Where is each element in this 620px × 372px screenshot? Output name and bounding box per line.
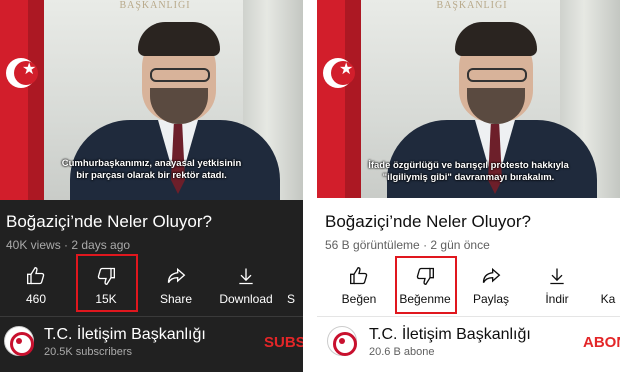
- share-icon: [482, 267, 501, 283]
- save-label: Ka: [600, 292, 616, 306]
- subscriber-count: 20.5K subscribers: [44, 346, 133, 358]
- youtube-panel-dark: BAŞKANLIĞI ★ Cumhurbaşkanımız, anayasal …: [0, 0, 303, 372]
- subtitle-line-1: Cumhurbaşkanımız, anayasal yetkisinin: [61, 158, 242, 169]
- subscriber-count: 20.6 B abone: [369, 346, 435, 358]
- channel-name[interactable]: T.C. İletişim Başkanlığı: [44, 326, 206, 344]
- video-meta[interactable]: 40K views · 2 days ago: [6, 238, 130, 252]
- video-subtitle: İfade özgürlüğü ve barışçıl protesto hak…: [317, 160, 620, 184]
- wall-crest-text: BAŞKANLIĞI: [119, 0, 191, 11]
- channel-row[interactable]: T.C. İletişim Başkanlığı 20.5K subscribe…: [0, 322, 303, 372]
- video-player[interactable]: BAŞKANLIĞI ★ Cumhurbaşkanımız, anayasal …: [0, 0, 303, 200]
- share-icon: [167, 267, 186, 283]
- comparison-screenshot: BAŞKANLIĞI ★ Cumhurbaşkanımız, anayasal …: [0, 0, 620, 372]
- channel-avatar[interactable]: [327, 326, 357, 356]
- like-button[interactable]: 460: [6, 262, 66, 316]
- share-label: Paylaş: [472, 292, 510, 306]
- action-bar: Beğen Beğenme Paylaş İndir Ka: [317, 262, 620, 316]
- download-label: Download: [219, 292, 273, 306]
- channel-avatar[interactable]: [4, 326, 34, 356]
- highlight-box-dislike: [76, 254, 138, 312]
- subtitle-line-2: bir parçası olarak bir rektör atadı.: [76, 170, 227, 181]
- highlight-box-dislike: [395, 256, 457, 314]
- channel-name[interactable]: T.C. İletişim Başkanlığı: [369, 326, 531, 344]
- download-button[interactable]: İndir: [527, 262, 587, 316]
- like-label: Beğen: [341, 292, 377, 306]
- video-title: Boğaziçi’nde Neler Oluyor?: [325, 212, 531, 231]
- video-meta[interactable]: 56 B görüntüleme · 2 gün önce: [325, 238, 490, 252]
- save-label: S: [286, 292, 295, 306]
- subscribe-button[interactable]: ABON: [583, 334, 620, 351]
- subtitle-line-1: İfade özgürlüğü ve barışçıl protesto hak…: [368, 160, 569, 171]
- share-button[interactable]: Paylaş: [461, 262, 521, 316]
- share-button[interactable]: Share: [146, 262, 206, 316]
- download-label: İndir: [545, 292, 569, 306]
- thumbs-up-icon: [27, 266, 45, 285]
- subtitle-line-2: "ilgiliymiş gibi" davranmayı bırakalım.: [382, 172, 555, 183]
- video-subtitle: Cumhurbaşkanımız, anayasal yetkisinin bi…: [0, 158, 303, 182]
- save-button[interactable]: S: [276, 262, 303, 316]
- wall-crest-text: BAŞKANLIĞI: [436, 0, 508, 11]
- like-button[interactable]: Beğen: [329, 262, 389, 316]
- share-label: Share: [159, 292, 193, 306]
- download-icon: [550, 268, 564, 285]
- download-button[interactable]: Download: [216, 262, 276, 316]
- action-bar: 460 15K Share Download S: [0, 262, 303, 316]
- subscribe-button[interactable]: SUBS: [264, 334, 303, 351]
- like-count: 460: [25, 292, 47, 306]
- thumbs-up-icon: [350, 266, 368, 285]
- youtube-panel-light: BAŞKANLIĞI ★ İfade özgürlüğü ve barışçıl…: [317, 0, 620, 372]
- download-icon: [239, 268, 253, 285]
- video-player[interactable]: BAŞKANLIĞI ★ İfade özgürlüğü ve barışçıl…: [317, 0, 620, 198]
- video-title: Boğaziçi’nde Neler Oluyor?: [6, 212, 212, 231]
- channel-row[interactable]: T.C. İletişim Başkanlığı 20.6 B abone AB…: [317, 322, 620, 372]
- divider: [317, 316, 620, 317]
- divider: [0, 316, 303, 317]
- save-button[interactable]: Ka: [593, 262, 620, 316]
